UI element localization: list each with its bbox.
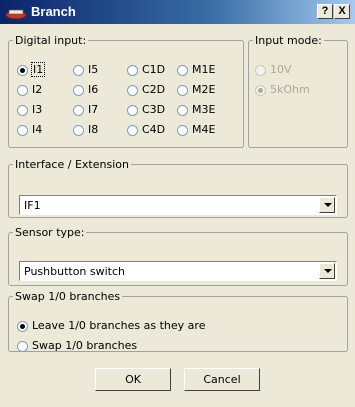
- radio-indicator[interactable]: [127, 85, 138, 96]
- radio-label: M4E: [192, 123, 216, 136]
- radio-indicator[interactable]: [177, 85, 188, 96]
- interface-group: Interface / Extension IF1: [8, 158, 348, 218]
- swap-branches-legend: Swap 1/0 branches: [15, 290, 121, 303]
- radio-label: M1E: [192, 63, 216, 76]
- title-bar[interactable]: Branch ? X: [0, 0, 355, 24]
- interface-select[interactable]: IF1: [19, 195, 337, 215]
- interface-legend: Interface / Extension: [15, 158, 129, 171]
- swap-branches-group: Swap 1/0 branches Leave 1/0 branches as …: [8, 290, 348, 352]
- radio-label: C1D: [142, 63, 166, 76]
- radio-indicator: [255, 65, 266, 76]
- digital-input-legend: Digital input:: [15, 34, 87, 47]
- radio-label: 10V: [270, 63, 292, 76]
- radio-indicator[interactable]: [17, 105, 28, 116]
- input-mode-group: Input mode: 10V 5kOhm: [248, 34, 348, 148]
- radio-label: I4: [32, 123, 43, 136]
- radio-label: I6: [88, 83, 99, 96]
- sensor-type-value: Pushbutton switch: [24, 265, 126, 278]
- radio-label: I3: [32, 103, 43, 116]
- radio-indicator[interactable]: [73, 85, 84, 96]
- radio-label: M3E: [192, 103, 216, 116]
- radio-indicator[interactable]: [177, 105, 188, 116]
- radio-indicator[interactable]: [17, 125, 28, 136]
- window-title: Branch: [31, 4, 76, 19]
- help-button[interactable]: ?: [317, 4, 333, 19]
- radio-label: I8: [88, 123, 99, 136]
- radio-indicator[interactable]: [17, 85, 28, 96]
- radio-indicator[interactable]: [17, 65, 28, 76]
- radio-indicator[interactable]: [177, 125, 188, 136]
- radio-indicator: [255, 85, 266, 96]
- radio-label: I7: [88, 103, 99, 116]
- radio-indicator[interactable]: [17, 341, 28, 352]
- radio-label: Swap 1/0 branches: [32, 339, 138, 352]
- radio-label: C2D: [142, 83, 166, 96]
- radio-label: I5: [88, 63, 99, 76]
- radio-label: C4D: [142, 123, 166, 136]
- radio-indicator[interactable]: [73, 65, 84, 76]
- ok-button[interactable]: OK: [95, 368, 171, 391]
- radio-label: 5kOhm: [270, 83, 310, 96]
- radio-label: C3D: [142, 103, 166, 116]
- interface-value: IF1: [24, 199, 41, 212]
- radio-label: Leave 1/0 branches as they are: [32, 319, 206, 332]
- radio-label: I1: [30, 62, 46, 77]
- digital-input-group: Digital input: I1 I5 C1D M1E I2 I6 C2D M2E I3 I7 C…: [8, 34, 244, 148]
- sensor-type-legend: Sensor type:: [15, 226, 85, 239]
- close-button[interactable]: X: [334, 4, 350, 19]
- input-mode-legend: Input mode:: [255, 34, 322, 47]
- radio-indicator[interactable]: [127, 125, 138, 136]
- branch-dialog: Branch ? X Digital input: I1 I5 C1D M1E I2 I6…: [0, 0, 355, 407]
- app-icon: [5, 9, 27, 20]
- radio-indicator[interactable]: [127, 105, 138, 116]
- sensor-type-group: Sensor type: Pushbutton switch: [8, 226, 348, 286]
- radio-indicator[interactable]: [177, 65, 188, 76]
- chevron-down-icon[interactable]: [319, 263, 335, 279]
- radio-indicator[interactable]: [73, 125, 84, 136]
- cancel-button[interactable]: Cancel: [184, 368, 260, 391]
- sensor-type-select[interactable]: Pushbutton switch: [19, 261, 337, 281]
- radio-indicator[interactable]: [73, 105, 84, 116]
- radio-label: I2: [32, 83, 43, 96]
- radio-indicator[interactable]: [127, 65, 138, 76]
- radio-indicator[interactable]: [17, 321, 28, 332]
- chevron-down-icon[interactable]: [319, 197, 335, 213]
- radio-label: M2E: [192, 83, 216, 96]
